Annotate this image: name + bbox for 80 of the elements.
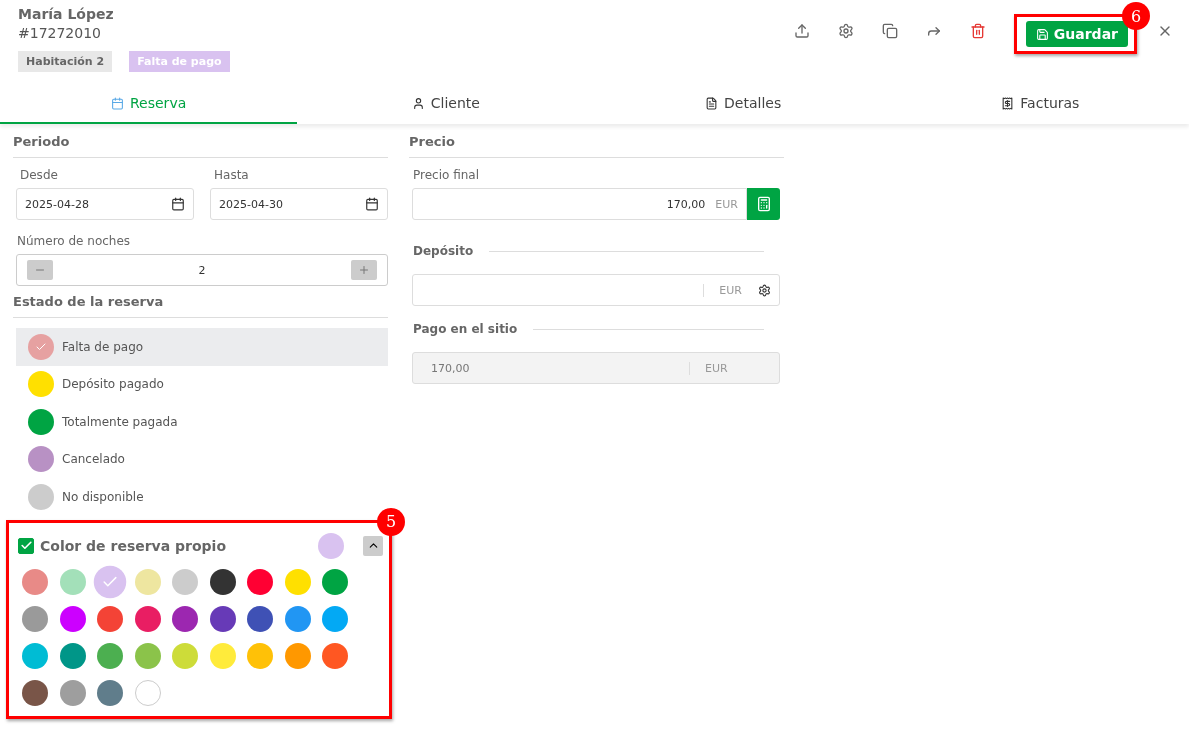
- color-swatch[interactable]: [247, 642, 273, 669]
- field-label: Desde: [20, 168, 59, 182]
- color-swatch[interactable]: [59, 679, 86, 706]
- onsite-field: 170,00 EUR: [412, 352, 780, 384]
- color-swatch[interactable]: [22, 605, 48, 632]
- date-field[interactable]: 2025-04-28: [16, 188, 194, 220]
- color-swatch[interactable]: [22, 642, 48, 669]
- field-label: Precio final: [413, 168, 481, 182]
- color-swatch[interactable]: [172, 642, 198, 669]
- color-swatch[interactable]: [209, 605, 236, 632]
- checkbox[interactable]: [18, 537, 34, 554]
- plus-button[interactable]: [351, 260, 377, 280]
- guest-name: María López: [18, 6, 115, 22]
- field-label: Depósito: [413, 244, 474, 258]
- color-swatch[interactable]: [59, 605, 86, 632]
- color-swatch[interactable]: [97, 642, 123, 669]
- upload-icon[interactable]: [793, 23, 812, 41]
- field-label: Número de noches: [17, 234, 132, 248]
- user-icon: [411, 96, 425, 110]
- status-option[interactable]: Cancelado: [16, 440, 388, 478]
- color-swatch[interactable]: [22, 568, 48, 595]
- tab[interactable]: Cliente: [297, 84, 595, 124]
- section-title: Precio: [409, 134, 784, 158]
- color-swatch[interactable]: [172, 605, 198, 632]
- section-title: Estado de la reserva: [13, 294, 388, 318]
- settings-icon[interactable]: [758, 283, 771, 297]
- color-swatch[interactable]: [97, 679, 123, 706]
- color-swatch[interactable]: [247, 568, 273, 595]
- color-swatch[interactable]: [134, 679, 161, 706]
- color-swatch[interactable]: [209, 568, 236, 595]
- status-option[interactable]: Depósito pagado: [16, 365, 388, 403]
- tab[interactable]: Facturas: [891, 84, 1189, 124]
- document-icon: [705, 96, 719, 110]
- color-swatch[interactable]: [209, 642, 236, 669]
- receipt-icon: [1001, 96, 1015, 110]
- save-icon: [1035, 27, 1049, 41]
- color-swatch[interactable]: [97, 605, 123, 632]
- field-label: Hasta: [214, 168, 250, 182]
- check-icon: [19, 539, 33, 552]
- calendar-icon: [365, 197, 379, 211]
- plus-icon: [358, 264, 370, 276]
- nights-value: 2: [198, 263, 206, 277]
- color-swatch[interactable]: [134, 568, 161, 595]
- tag: Habitación 2: [18, 51, 113, 72]
- collapse-button[interactable]: [363, 535, 383, 556]
- color-swatch[interactable]: [322, 568, 348, 595]
- color-swatch[interactable]: [22, 679, 48, 706]
- callout-number: 5: [377, 507, 405, 536]
- field-label: Pago en el sitio: [413, 322, 518, 336]
- color-swatch[interactable]: [59, 568, 86, 595]
- color-swatch[interactable]: [172, 568, 198, 595]
- checkbox-label: Color de reserva propio: [40, 537, 228, 554]
- calendar-icon: [111, 96, 124, 110]
- price-field[interactable]: 170,00 EUR: [412, 188, 747, 220]
- tab[interactable]: Detalles: [594, 84, 892, 124]
- booking-number: #17272010: [18, 25, 102, 41]
- tag: Falta de pago: [129, 51, 230, 72]
- status-option[interactable]: Falta de pago: [16, 328, 388, 366]
- color-swatch[interactable]: [59, 642, 86, 669]
- status-option[interactable]: Totalmente pagada: [16, 403, 388, 441]
- calculator-button[interactable]: [747, 188, 780, 220]
- settings-icon[interactable]: [837, 23, 856, 41]
- color-swatch[interactable]: [284, 642, 311, 669]
- color-swatch[interactable]: [284, 605, 311, 632]
- minus-button[interactable]: [27, 260, 53, 280]
- nights-stepper[interactable]: 2: [16, 254, 388, 286]
- calendar-icon: [171, 197, 185, 211]
- calculator-icon: [755, 196, 772, 212]
- color-swatch[interactable]: [247, 605, 273, 632]
- color-swatch[interactable]: [284, 568, 311, 595]
- color-swatch[interactable]: [134, 642, 161, 669]
- color-swatch[interactable]: [134, 605, 161, 632]
- date-field[interactable]: 2025-04-30: [210, 188, 388, 220]
- color-swatch[interactable]: [322, 642, 348, 669]
- section-title: Periodo: [13, 134, 388, 158]
- color-swatch[interactable]: [322, 605, 348, 632]
- callout-number: 6: [1122, 2, 1150, 30]
- color-swatch[interactable]: [93, 565, 127, 598]
- color-preview: [318, 532, 344, 559]
- copy-icon[interactable]: [881, 23, 900, 41]
